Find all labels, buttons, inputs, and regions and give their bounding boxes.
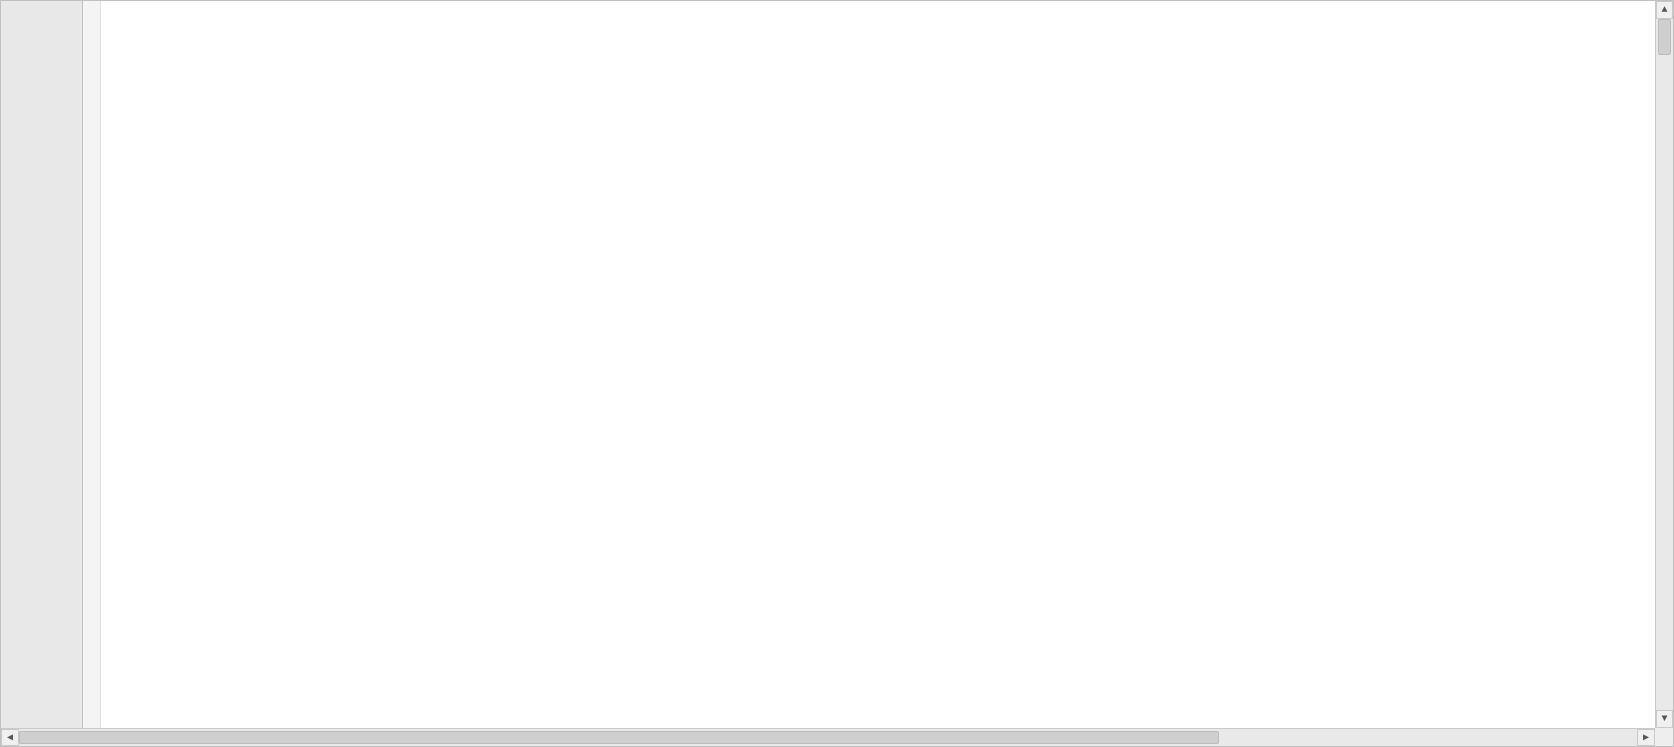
- vertical-scrollbar[interactable]: ▲ ▼: [1655, 1, 1673, 728]
- horizontal-scroll-thumb[interactable]: [19, 731, 1219, 744]
- vertical-scroll-thumb[interactable]: [1658, 19, 1671, 55]
- scroll-left-button[interactable]: ◀: [1, 729, 19, 746]
- code-area[interactable]: [101, 1, 1655, 728]
- code-editor: ▲ ▼ ◀ ▶: [0, 0, 1674, 747]
- line-number-gutter: [1, 1, 83, 728]
- scroll-corner: [1655, 728, 1673, 746]
- horizontal-scrollbar[interactable]: ◀ ▶: [1, 728, 1673, 746]
- scroll-right-button[interactable]: ▶: [1637, 729, 1655, 746]
- scroll-up-button[interactable]: ▲: [1656, 1, 1673, 19]
- scroll-down-button[interactable]: ▼: [1656, 710, 1673, 728]
- fold-column: [83, 1, 101, 728]
